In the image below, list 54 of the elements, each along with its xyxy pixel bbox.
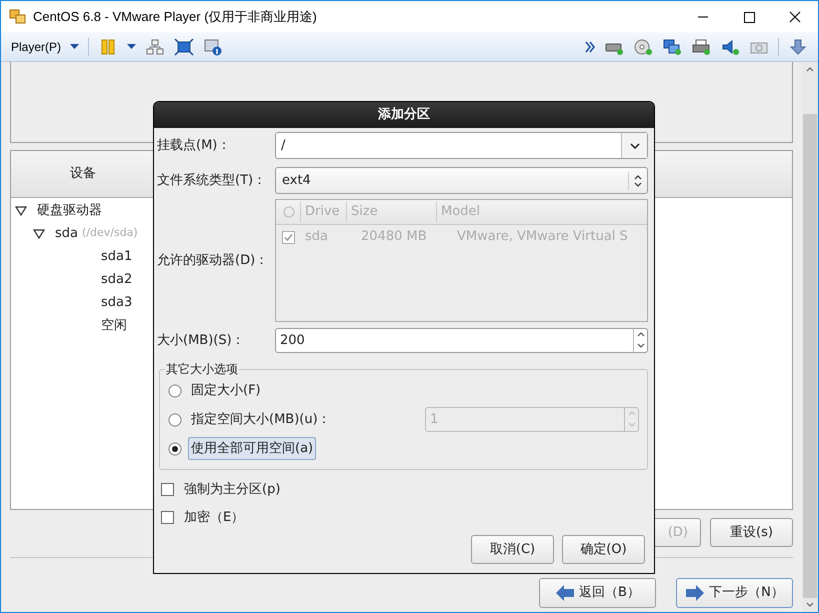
tree-item[interactable]: 硬盘驱动器 (37, 200, 102, 220)
tree-item[interactable]: sda1 (101, 246, 132, 266)
checkbox[interactable] (161, 511, 174, 524)
dialog-button[interactable]: 确定(O) (562, 535, 645, 564)
network-icon[interactable] (145, 38, 166, 56)
dialog-title: 添加分区 (378, 106, 430, 124)
tree-item[interactable]: sda2 (101, 270, 132, 290)
spin-arrows[interactable] (633, 329, 647, 352)
option-label[interactable]: 使用全部可用空间(a) (188, 436, 316, 460)
field-label: 大小(MB)(S)： (157, 332, 246, 350)
expanded-triangle-icon[interactable] (33, 228, 45, 238)
back-button[interactable]: 返回（B） (539, 578, 656, 608)
field-label: 文件系统类型(T)： (157, 172, 268, 190)
size-spin-field[interactable]: 200 (275, 328, 648, 353)
caret-icon[interactable] (70, 44, 80, 50)
next-button[interactable]: 下一步（N） (676, 578, 793, 608)
group-legend: 其它大小选项 (165, 360, 239, 378)
scrollbar[interactable] (802, 62, 818, 612)
tree-item[interactable]: sda3 (101, 292, 132, 312)
chevron-down-icon (630, 142, 640, 148)
fullscreen-icon[interactable] (174, 38, 194, 56)
table-cell-text: VMware, VMware Virtual S (457, 228, 628, 246)
mount-point-combo[interactable]: / (275, 132, 648, 159)
tree-item[interactable]: sda (55, 224, 78, 244)
window-title: CentOS 6.8 - VMware Player (仅用于非商业用途) (33, 8, 317, 26)
filesystem-select[interactable]: ext4 (275, 167, 648, 194)
table-cell-text: sda (305, 228, 329, 246)
right-arrow-icon (685, 584, 706, 602)
speaker-icon[interactable] (720, 38, 740, 56)
app-logo-icon (9, 8, 27, 24)
printer-icon[interactable] (691, 38, 711, 56)
checkbox-label[interactable]: 加密（E） (184, 508, 244, 528)
tree-item[interactable]: 空闲 (101, 316, 127, 336)
radio-button[interactable] (168, 442, 182, 456)
field-label: 挂载点(M)： (157, 136, 232, 155)
option-label[interactable]: 固定大小(F) (188, 378, 264, 402)
double-chevron-icon[interactable] (585, 40, 595, 52)
radio-button[interactable] (168, 384, 182, 398)
left-arrow-icon (555, 584, 576, 602)
info-window-icon[interactable] (203, 38, 224, 56)
caret-icon[interactable] (127, 44, 136, 50)
expanded-triangle-icon[interactable] (15, 206, 27, 216)
disc-icon[interactable] (633, 38, 653, 56)
device-path: (/dev/sda) (82, 225, 138, 242)
dialog-button[interactable]: 取消(C) (471, 535, 554, 564)
field-label: 允许的驱动器(D)： (157, 252, 270, 270)
network-adapter-icon[interactable] (662, 38, 682, 56)
checkbox-label[interactable]: 強制为主分区(p) (184, 480, 280, 500)
radio-column-icon (283, 206, 295, 218)
checkbox[interactable] (161, 483, 174, 496)
player-menu-button[interactable]: Player(P) (11, 38, 62, 56)
down-arrow-icon[interactable] (788, 38, 808, 56)
action-button[interactable]: 重设(s) (710, 518, 793, 547)
table-cell-text: 20480 MB (361, 228, 428, 246)
